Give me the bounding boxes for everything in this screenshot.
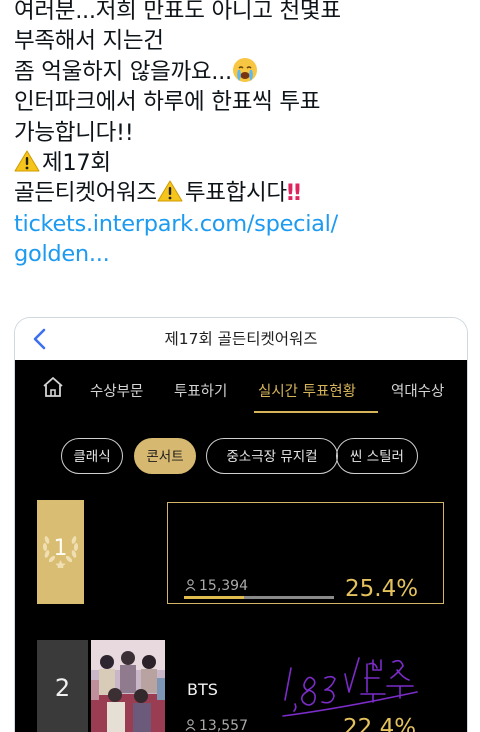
- image-card[interactable]: 제17회 골든티켓어워즈 수상부문 투표하기 실시간 투표현황 역대수상 클래식…: [14, 317, 468, 732]
- active-tab-indicator: [254, 411, 378, 413]
- vote-count-value: 13,557: [199, 718, 248, 732]
- warning-icon: [157, 180, 183, 202]
- person-icon: [185, 579, 196, 591]
- tab-awards[interactable]: 수상부문: [90, 380, 143, 401]
- vote-bar-fill: [184, 596, 245, 599]
- tweet-link[interactable]: golden...: [14, 239, 474, 269]
- warning-icon: [14, 150, 40, 172]
- tweet-line: 가능합니다!!: [14, 119, 134, 146]
- chip-scene-stealer[interactable]: 씬 스틸러: [336, 438, 418, 474]
- tweet-link[interactable]: tickets.interpark.com/special/: [14, 209, 474, 239]
- tab-past-winners[interactable]: 역대수상: [391, 380, 444, 401]
- home-icon[interactable]: [41, 376, 65, 398]
- rank-badge-1: 1: [37, 500, 84, 604]
- app-header: 제17회 골든티켓어워즈: [15, 318, 467, 360]
- chip-classic[interactable]: 클래식: [61, 438, 123, 474]
- vote-count-value: 15,394: [199, 578, 248, 594]
- tweet-line-text: 투표합시다: [184, 180, 287, 207]
- handwritten-annotation: [282, 657, 418, 717]
- tab-live-results[interactable]: 실시간 투표현황: [258, 380, 356, 401]
- crying-face-icon: [232, 57, 257, 82]
- tab-vote[interactable]: 투표하기: [174, 380, 227, 401]
- rank-number: 2: [54, 674, 71, 702]
- tweet-line: 골든티켓어워즈 투표합시다‼: [14, 178, 474, 208]
- tweet-line: 좀 억울하지 않을까요...: [14, 57, 474, 87]
- double-exclamation-icon: ‼: [286, 180, 301, 207]
- page-title: 제17회 골든티켓어워즈: [164, 330, 318, 348]
- vote-count: 15,394: [185, 578, 248, 594]
- tweet-line-text: 골든티켓어워즈: [14, 180, 157, 207]
- tweet-line: 인터파크에서 하루에 한표씩 투표: [14, 89, 321, 116]
- nav-bar: 수상부문 투표하기 실시간 투표현황 역대수상: [15, 360, 467, 413]
- chip-small-musical[interactable]: 중소극장 뮤지컬: [206, 438, 338, 474]
- nominee-name: BTS: [187, 680, 218, 699]
- rank-badge-2: 2: [37, 640, 88, 732]
- person-icon: [185, 719, 196, 731]
- tweet-line: 부족해서 지는건: [14, 28, 164, 55]
- category-chips: 클래식 콘서트 중소극장 뮤지컬 씬 스틸러: [15, 438, 467, 478]
- tweet-line: 여러분...저희 만표도 아니고 천몇표: [14, 0, 341, 24]
- tweet-line-text: 좀 억울하지 않을까요...: [14, 58, 232, 85]
- rank-number: 1: [53, 536, 68, 561]
- tweet-line-text: 제17회: [42, 150, 111, 177]
- nominee-photo: [91, 640, 165, 732]
- vote-bar-track: [184, 596, 334, 599]
- chip-concert[interactable]: 콘서트: [134, 438, 196, 474]
- app-body: 수상부문 투표하기 실시간 투표현황 역대수상 클래식 콘서트 중소극장 뮤지컬…: [15, 360, 467, 732]
- vote-count: 13,557: [185, 718, 248, 732]
- tweet-text: 여러분...저희 만표도 아니고 천몇표 부족해서 지는건 좀 억울하지 않을까…: [14, 0, 474, 270]
- vote-percent: 25.4%: [345, 576, 419, 602]
- tweet-line: 제17회: [14, 148, 474, 178]
